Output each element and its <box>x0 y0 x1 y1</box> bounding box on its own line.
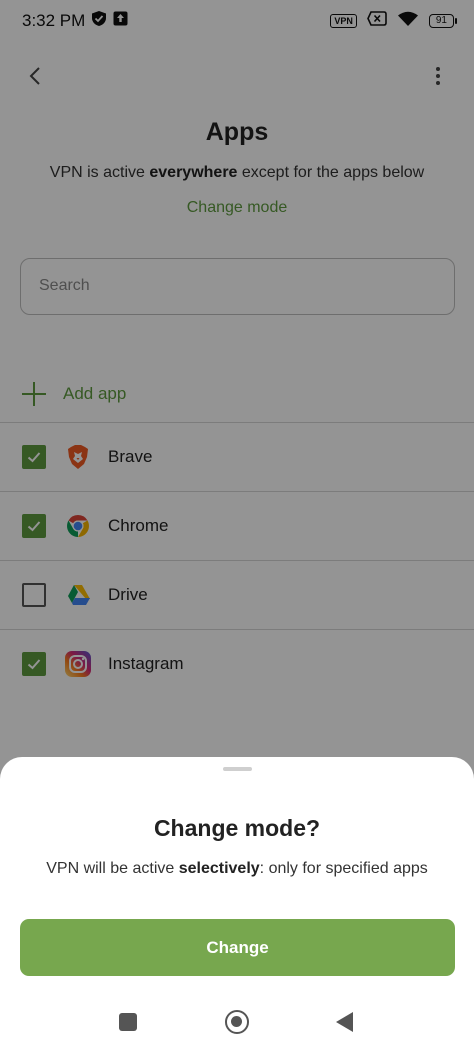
change-mode-sheet: Change mode? VPN will be active selectiv… <box>0 757 474 1053</box>
sheet-description: VPN will be active selectively: only for… <box>0 860 474 878</box>
sheet-description-pre: VPN will be active <box>46 860 179 877</box>
sheet-description-bold: selectively <box>178 860 260 877</box>
sheet-drag-handle[interactable] <box>223 767 252 771</box>
sheet-title: Change mode? <box>153 815 321 841</box>
system-nav-bar <box>0 1000 474 1044</box>
recents-icon[interactable] <box>119 1013 137 1031</box>
sheet-description-post: : only for specified apps <box>259 860 428 877</box>
back-triangle-icon[interactable] <box>336 1012 353 1032</box>
change-button[interactable]: Change <box>20 919 455 976</box>
home-icon[interactable] <box>225 1010 249 1034</box>
